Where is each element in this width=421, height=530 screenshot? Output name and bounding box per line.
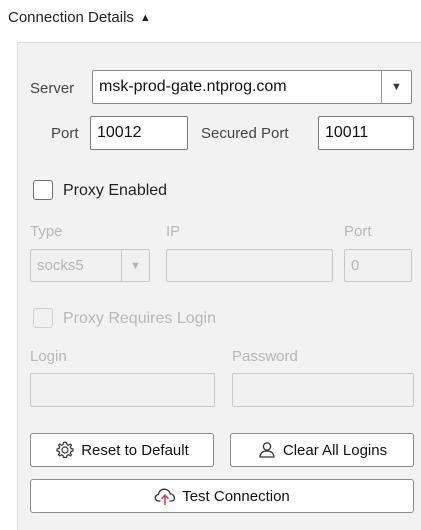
proxy-enabled-label: Proxy Enabled [63,182,168,199]
secured-port-label: Secured Port [201,125,289,142]
secured-port-value: 10011 [325,124,369,141]
collapse-up-icon[interactable]: ▲ [140,12,151,24]
gear-icon [55,440,75,460]
server-select[interactable]: msk-prod-gate.ntprog.com ▼ [92,70,412,104]
section-header-connection-details[interactable]: Connection Details ▲ [8,9,151,26]
user-icon [257,440,277,460]
cloud-upload-icon [154,486,176,506]
server-value: msk-prod-gate.ntprog.com [99,78,287,95]
login-input[interactable] [30,373,215,407]
clear-button-label: Clear All Logins [282,441,388,459]
password-label: Password [232,348,298,365]
connection-details-panel: Server msk-prod-gate.ntprog.com ▼ Port 1… [17,42,421,530]
proxy-ip-input[interactable] [166,249,333,282]
clear-all-logins-button[interactable]: Clear All Logins [230,433,414,467]
secured-port-input[interactable]: 10011 [318,116,414,150]
port-label: Port [51,125,79,142]
proxy-ip-label: IP [166,223,181,240]
proxy-type-label: Type [30,223,63,240]
proxy-type-select[interactable]: socks5 ▼ [30,249,150,282]
server-label: Server [30,80,75,97]
test-button-label: Test Connection [182,487,290,505]
reset-to-default-button[interactable]: Reset to Default [30,433,214,467]
password-input[interactable] [232,373,414,407]
proxy-requires-login-label: Proxy Requires Login [63,310,216,327]
chevron-down-icon[interactable]: ▼ [121,250,149,281]
reset-button-label: Reset to Default [81,441,189,459]
chevron-down-icon[interactable]: ▼ [381,71,411,103]
port-input[interactable]: 10012 [90,116,188,150]
port-value: 10012 [97,124,142,141]
proxy-requires-login-checkbox[interactable] [33,308,53,328]
proxy-port-value: 0 [351,257,360,274]
proxy-enabled-checkbox[interactable] [33,180,53,200]
proxy-port-label: Port [344,223,372,240]
proxy-type-value: socks5 [37,257,84,274]
test-connection-button[interactable]: Test Connection [30,479,414,513]
proxy-port-input[interactable]: 0 [344,249,412,282]
login-label: Login [30,348,67,365]
section-title: Connection Details [8,9,134,26]
